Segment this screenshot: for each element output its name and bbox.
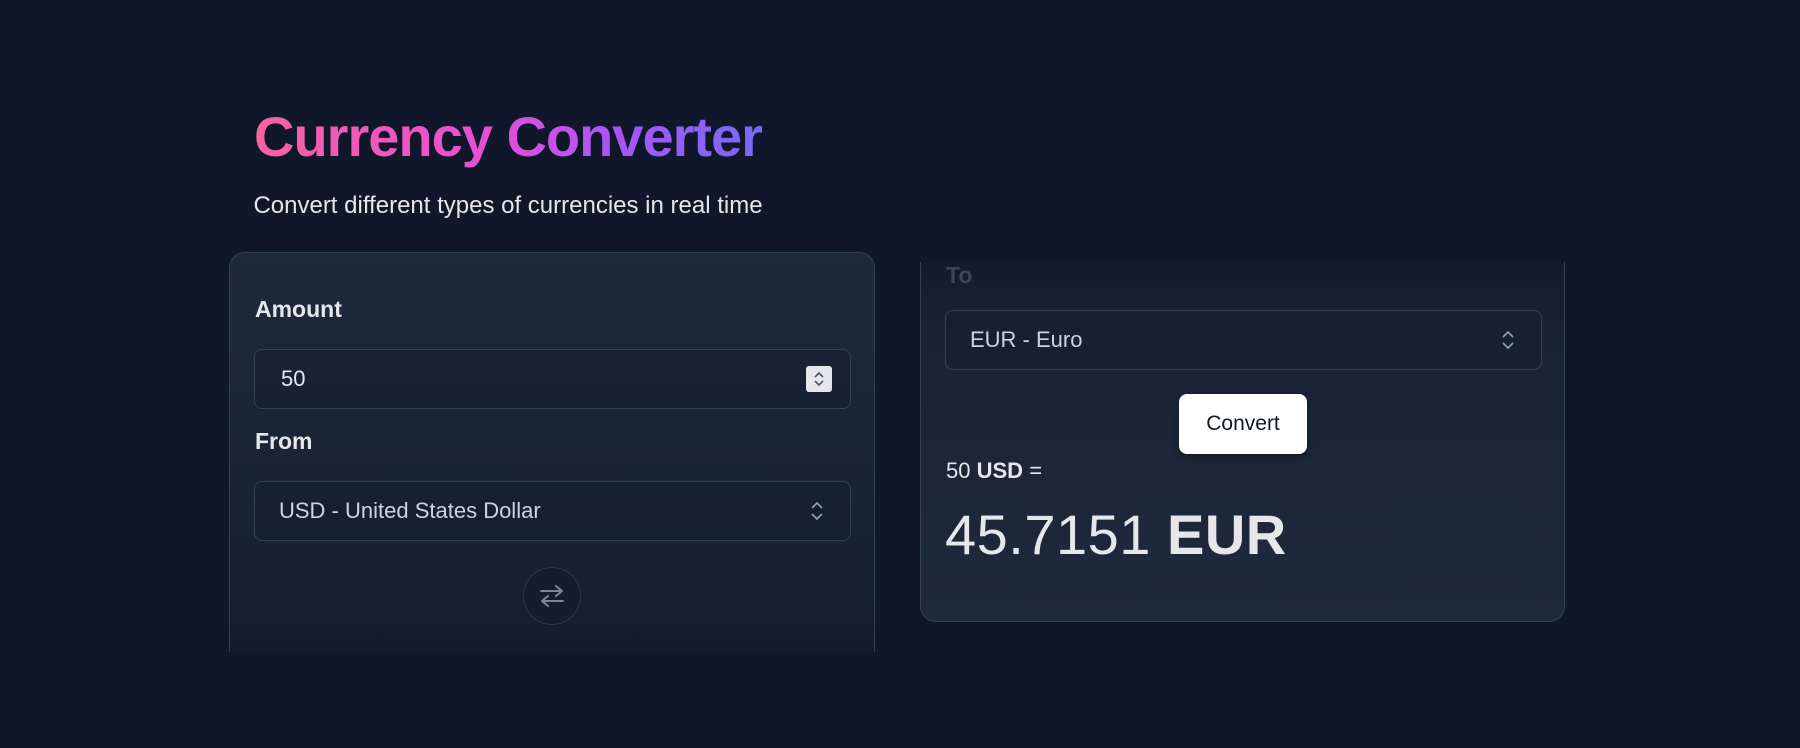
conversion-result: 45.7151 EUR [945,502,1287,567]
to-currency-select[interactable]: EUR - Euro [945,310,1542,370]
from-label: From [255,428,313,454]
swap-currencies-button[interactable] [523,567,581,625]
swap-arrows-icon [540,585,564,607]
equals-sign: = [1029,458,1043,483]
from-currency-value: USD - United States Dollar [279,498,541,523]
amount-label: Amount [255,296,342,322]
from-currency-select[interactable]: USD - United States Dollar [254,481,851,541]
to-label: To [946,262,973,288]
converted-amount: 45.7151 [945,503,1151,566]
to-currency-value: EUR - Euro [970,327,1083,352]
stepper-chevrons-icon [814,371,824,387]
page-subtitle: Convert different types of currencies in… [253,192,763,219]
page-title: Currency Converter [229,104,787,169]
amount-stepper[interactable] [806,366,832,392]
source-currency-code: USD [976,458,1024,483]
source-amount: 50 [946,458,971,483]
chevron-up-down-icon [1502,330,1514,350]
convert-button[interactable]: Convert [1179,394,1307,454]
converter-input-card: Amount 50 From USD - United States Dolla… [229,252,875,652]
conversion-summary: 50 USD = [946,458,1042,484]
amount-input[interactable]: 50 [254,349,851,409]
converter-output-card: To EUR - Euro Convert 50 USD = 45.7151 E… [920,262,1565,622]
target-currency-code: EUR [1167,503,1287,566]
chevron-up-down-icon [811,501,823,521]
amount-value: 50 [281,366,306,391]
